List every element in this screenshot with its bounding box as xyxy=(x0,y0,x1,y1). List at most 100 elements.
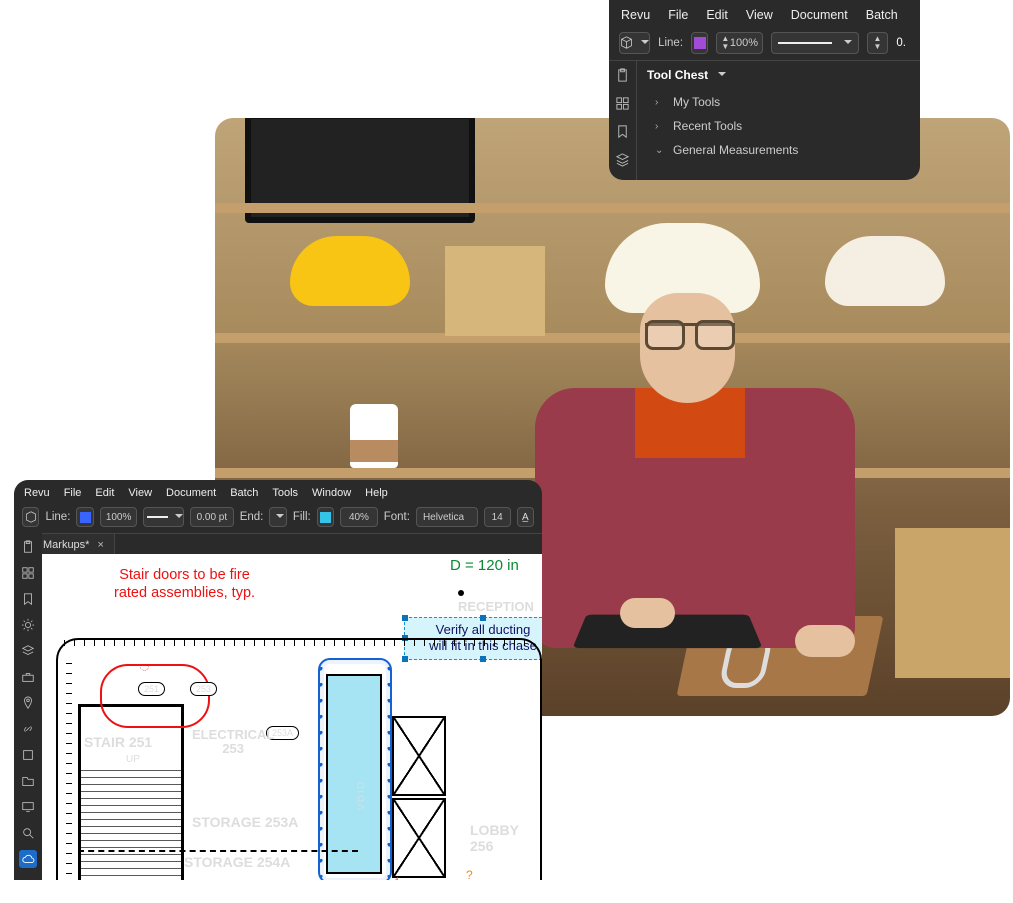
box xyxy=(445,246,545,336)
bookmark-icon[interactable] xyxy=(615,124,630,142)
dashed-wall xyxy=(78,850,358,852)
annotation-red-cloud[interactable] xyxy=(100,664,210,728)
cloud-icon[interactable] xyxy=(19,850,37,868)
line-color-swatch[interactable] xyxy=(691,32,708,54)
line-label: Line: xyxy=(658,37,683,49)
font-label: Font: xyxy=(384,511,410,523)
menubar: Revu File Edit View Document Batch Tools… xyxy=(14,480,542,504)
menu-revu[interactable]: Revu xyxy=(621,8,650,22)
zoom-value: 100% xyxy=(106,512,132,523)
menu-help[interactable]: Help xyxy=(365,487,388,499)
annotation-red-note[interactable]: Stair doors to be fire rated assemblies,… xyxy=(114,566,255,602)
room-tag: 251 xyxy=(138,682,165,696)
menu-file[interactable]: File xyxy=(668,8,688,22)
menu-edit[interactable]: Edit xyxy=(706,8,728,22)
font-value: Helvetica xyxy=(423,512,464,523)
close-icon[interactable]: × xyxy=(97,539,103,551)
tool-chest-header[interactable]: Tool Chest xyxy=(647,68,910,82)
room-label-storage-a: STORAGE 253A xyxy=(192,814,298,830)
room-label-lobby: LOBBY 256 xyxy=(470,822,542,854)
tree-row-recent-tools[interactable]: › Recent Tools xyxy=(647,114,910,138)
menu-view[interactable]: View xyxy=(128,487,152,499)
menu-tools[interactable]: Tools xyxy=(272,487,298,499)
menu-window[interactable]: Window xyxy=(312,487,351,499)
selection-handle[interactable] xyxy=(402,615,408,621)
stamp-icon[interactable] xyxy=(19,746,37,764)
menu-edit[interactable]: Edit xyxy=(95,487,114,499)
stepper[interactable]: ▲▼ xyxy=(867,32,889,54)
menu-document[interactable]: Document xyxy=(166,487,216,499)
annotation-dimension[interactable]: D = 120 in xyxy=(450,557,519,574)
end-style-dropdown[interactable] xyxy=(269,507,286,527)
font-size[interactable]: 14 xyxy=(484,507,511,527)
menu-batch[interactable]: Batch xyxy=(866,8,898,22)
menu-file[interactable]: File xyxy=(64,487,82,499)
document-tabbar: Markups* × xyxy=(14,534,542,556)
line-color-swatch[interactable] xyxy=(76,507,93,527)
zoom-value: 100% xyxy=(730,37,758,49)
menu-revu[interactable]: Revu xyxy=(24,487,50,499)
zoom-spinner[interactable]: 100% xyxy=(100,507,138,527)
tool-chest-panel: Revu File Edit View Document Batch Line:… xyxy=(609,0,920,180)
row-label: Recent Tools xyxy=(673,119,742,133)
layers-icon[interactable] xyxy=(615,152,630,170)
drawing-canvas[interactable]: Stair doors to be fire rated assemblies,… xyxy=(42,554,542,880)
grid-icon[interactable] xyxy=(615,96,630,114)
text-style-button[interactable]: A̲ xyxy=(517,507,534,527)
line-label: Line: xyxy=(45,511,70,523)
side-rail xyxy=(14,532,42,880)
text-line: Verify all ducting xyxy=(436,622,531,637)
toolbar: Line: 100% 0.00 pt End: Fill: 40% Font: … xyxy=(14,504,542,534)
text-line: rated assemblies, typ. xyxy=(114,585,255,601)
line-style-dropdown[interactable] xyxy=(143,507,184,527)
dimension-value: ? xyxy=(466,868,473,880)
gear-icon[interactable] xyxy=(19,616,37,634)
line-style-dropdown[interactable] xyxy=(771,32,858,54)
opacity-value: 40% xyxy=(349,512,369,523)
view-3d-dropdown[interactable] xyxy=(22,507,39,527)
layers-icon[interactable] xyxy=(19,642,37,660)
row-label: General Measurements xyxy=(673,143,798,157)
toolbox-icon[interactable] xyxy=(19,668,37,686)
text-line: Stair doors to be fire xyxy=(119,567,250,583)
room-label-stair: STAIR 251 xyxy=(84,734,152,750)
tick-marks xyxy=(64,640,534,646)
side-rail xyxy=(609,60,637,180)
line-weight[interactable]: 0.00 pt xyxy=(190,507,234,527)
stair-up-label: UP xyxy=(126,754,140,765)
tab-title: Markups* xyxy=(43,539,89,551)
opacity-spinner[interactable]: 40% xyxy=(340,507,378,527)
clipboard-icon[interactable] xyxy=(615,68,630,86)
menu-view[interactable]: View xyxy=(746,8,773,22)
view-3d-dropdown[interactable] xyxy=(619,32,650,54)
link-icon[interactable] xyxy=(19,720,37,738)
pt-value: 0.00 pt xyxy=(197,512,228,523)
room-label-storage-b: STORAGE 254A xyxy=(184,854,290,870)
menu-document[interactable]: Document xyxy=(791,8,848,22)
selection-handle[interactable] xyxy=(480,615,486,621)
font-size-value: 14 xyxy=(492,512,503,523)
grid-icon[interactable] xyxy=(19,564,37,582)
toolbar: Line: ▲▼ 100% ▲▼ 0. xyxy=(609,28,920,61)
fill-color-swatch[interactable] xyxy=(317,507,334,527)
chevron-right-icon: › xyxy=(655,121,665,132)
bookmark-icon[interactable] xyxy=(19,590,37,608)
revu-window: Revu File Edit View Document Batch Tools… xyxy=(14,480,542,880)
clipboard-icon[interactable] xyxy=(19,538,37,556)
font-dropdown[interactable]: Helvetica xyxy=(416,507,478,527)
numeric-value: 0. xyxy=(896,37,906,49)
pin-icon[interactable] xyxy=(19,694,37,712)
annotation-void-highlight[interactable] xyxy=(326,674,382,874)
zoom-spinner[interactable]: ▲▼ 100% xyxy=(716,32,763,54)
hardhat-yellow xyxy=(290,236,410,306)
search-icon[interactable] xyxy=(19,824,37,842)
menu-batch[interactable]: Batch xyxy=(230,487,258,499)
display-icon[interactable] xyxy=(19,798,37,816)
tool-chest-title: Tool Chest xyxy=(647,68,708,82)
room-tag: 253 xyxy=(190,682,217,696)
folder-icon[interactable] xyxy=(19,772,37,790)
tree-row-my-tools[interactable]: ›My Tools xyxy=(647,90,910,114)
tree-row-general-measurements[interactable]: ⌄General Measurements xyxy=(647,138,910,162)
window-pane xyxy=(392,716,446,796)
box xyxy=(895,528,1010,678)
